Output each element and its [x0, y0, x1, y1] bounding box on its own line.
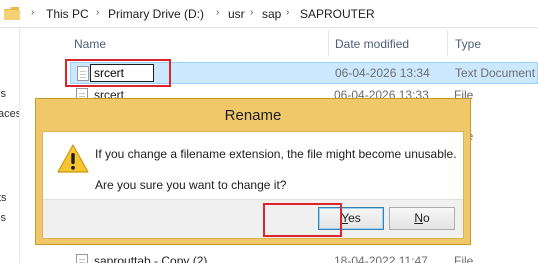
nav-item[interactable]: ls — [0, 212, 6, 224]
dialog-titlebar[interactable]: Rename — [36, 99, 470, 129]
column-header-date-modified[interactable]: Date modified — [335, 37, 409, 51]
breadcrumb-primary-drive[interactable]: Primary Drive (D:) — [108, 7, 204, 21]
dialog-question: Are you sure you want to change it? — [95, 178, 287, 192]
nav-item[interactable]: ls — [0, 88, 6, 100]
nav-item[interactable]: aces — [0, 108, 19, 120]
chevron-right-icon[interactable]: › — [250, 7, 253, 18]
dialog-footer: Yes No — [43, 199, 463, 238]
file-date: 18-04-2022 11:47 — [334, 254, 428, 263]
chevron-right-icon[interactable]: › — [96, 7, 99, 18]
file-row[interactable]: saprouttab - Copy (2) 18-04-2022 11:47 F… — [70, 251, 538, 263]
column-divider[interactable] — [447, 30, 448, 56]
file-type: File — [454, 254, 474, 263]
chevron-right-icon[interactable]: › — [31, 7, 34, 18]
rename-dialog: Rename If you change a filename extensio… — [35, 98, 471, 245]
chevron-right-icon[interactable]: › — [216, 7, 219, 18]
navigation-pane: ls aces ts ls — [0, 28, 20, 263]
column-header-type[interactable]: Type — [455, 37, 481, 51]
file-icon — [76, 254, 88, 263]
column-header-name[interactable]: Name — [74, 37, 106, 51]
dialog-title: Rename — [224, 107, 282, 124]
highlight-box — [263, 203, 342, 237]
warning-icon — [57, 144, 89, 173]
breadcrumb-usr[interactable]: usr — [228, 7, 245, 21]
address-bar[interactable]: › This PC › Primary Drive (D:) › usr › s… — [0, 0, 538, 28]
dialog-content: If you change a filename extension, the … — [42, 131, 464, 239]
chevron-right-icon[interactable]: › — [286, 7, 289, 18]
breadcrumb-this-pc[interactable]: This PC — [46, 7, 89, 21]
no-button[interactable]: No — [389, 207, 455, 230]
column-divider[interactable] — [328, 30, 329, 56]
file-type: Text Document — [455, 66, 536, 80]
dialog-message: If you change a filename extension, the … — [95, 147, 457, 161]
file-name: saprouttab - Copy (2) — [94, 254, 208, 263]
highlight-box — [65, 59, 171, 87]
nav-item[interactable]: ts — [0, 192, 7, 204]
breadcrumb-saprouter[interactable]: SAPROUTER — [300, 7, 375, 21]
breadcrumb-sap[interactable]: sap — [262, 7, 281, 21]
folder-icon — [4, 7, 20, 20]
file-date: 06-04-2026 13:34 — [335, 66, 430, 80]
